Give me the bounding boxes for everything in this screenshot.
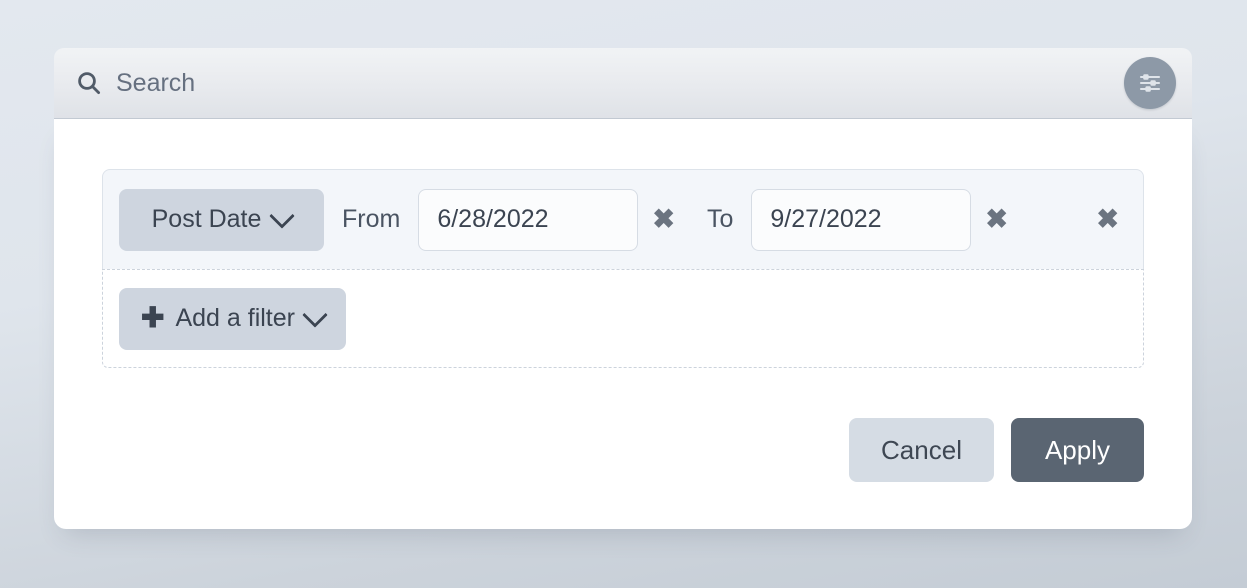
add-filter-dropzone: ✚ Add a filter (102, 269, 1144, 368)
search-icon (76, 70, 102, 96)
filter-panel: Post Date From ✖ To ✖ ✖ ✚ Add a filter (54, 119, 1192, 529)
plus-icon: ✚ (141, 301, 165, 333)
to-date-input[interactable] (751, 188, 972, 251)
from-label: From (342, 205, 401, 233)
from-date-clear-button[interactable]: ✖ (642, 198, 685, 241)
filter-row: Post Date From ✖ To ✖ ✖ (102, 169, 1144, 269)
search-bar (54, 48, 1192, 119)
search-input[interactable] (116, 63, 1124, 103)
filter-field-label: Post Date (151, 205, 262, 233)
add-filter-label: Add a filter (175, 304, 295, 332)
filter-toggle-button[interactable] (1124, 57, 1176, 109)
chevron-down-icon (269, 202, 296, 229)
filter-field-dropdown[interactable]: Post Date (119, 188, 324, 251)
remove-filter-row-button[interactable]: ✖ (1086, 198, 1129, 241)
from-date-input[interactable] (418, 188, 639, 251)
chevron-down-icon (302, 301, 328, 328)
panel-actions: Cancel Apply (849, 418, 1144, 482)
add-filter-button[interactable]: ✚ Add a filter (119, 287, 346, 350)
to-label: To (706, 205, 734, 233)
apply-button[interactable]: Apply (1011, 418, 1144, 482)
filter-search-screen: Post Date From ✖ To ✖ ✖ ✚ Add a filter (0, 0, 1247, 588)
cancel-button[interactable]: Cancel (849, 418, 994, 482)
filters-container: Post Date From ✖ To ✖ ✖ ✚ Add a filter (102, 169, 1144, 368)
to-date-clear-button[interactable]: ✖ (975, 198, 1018, 241)
sliders-icon (1137, 70, 1163, 96)
